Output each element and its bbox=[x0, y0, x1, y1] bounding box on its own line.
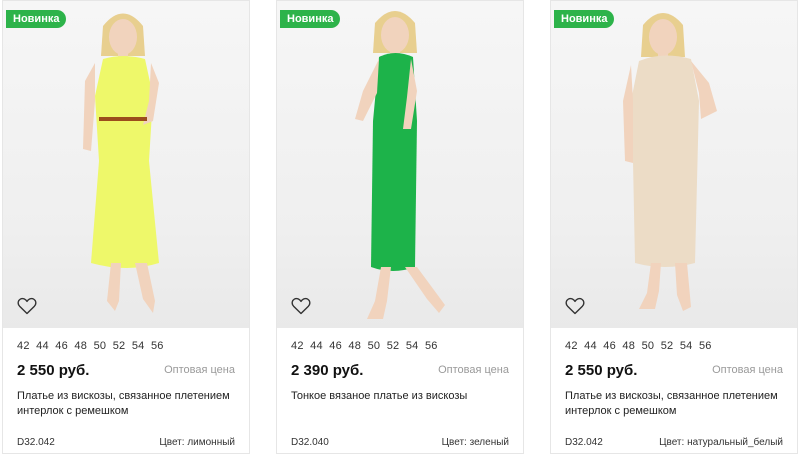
product-description[interactable]: Тонкое вязаное платье из вискозы bbox=[291, 389, 511, 404]
size-option[interactable]: 52 bbox=[113, 340, 126, 352]
size-option[interactable]: 48 bbox=[348, 340, 361, 352]
size-option[interactable]: 44 bbox=[584, 340, 597, 352]
product-color: Цвет: натуральный_белый bbox=[659, 437, 783, 448]
product-price: 2 390 руб. bbox=[291, 362, 364, 379]
wholesale-price-link[interactable]: Оптовая цена bbox=[164, 364, 235, 376]
model-image bbox=[355, 11, 445, 319]
product-color: Цвет: лимонный bbox=[159, 437, 235, 448]
product-description[interactable]: Платье из вискозы, связанное плетением и… bbox=[17, 389, 237, 419]
model-image bbox=[83, 13, 159, 313]
size-option[interactable]: 54 bbox=[680, 340, 693, 352]
size-option[interactable]: 42 bbox=[17, 340, 30, 352]
product-photo[interactable]: Новинка bbox=[3, 1, 249, 328]
size-option[interactable]: 42 bbox=[565, 340, 578, 352]
product-photo[interactable]: Новинка bbox=[277, 1, 523, 328]
heart-outline-icon bbox=[291, 297, 311, 315]
size-option[interactable]: 44 bbox=[36, 340, 49, 352]
product-description[interactable]: Платье из вискозы, связанное плетением и… bbox=[565, 389, 785, 419]
heart-outline-icon bbox=[565, 297, 585, 315]
size-option[interactable]: 50 bbox=[94, 340, 107, 352]
size-option[interactable]: 44 bbox=[310, 340, 323, 352]
size-option[interactable]: 52 bbox=[661, 340, 674, 352]
product-photo[interactable]: Новинка bbox=[551, 1, 797, 328]
favorite-button[interactable] bbox=[291, 297, 311, 315]
size-option[interactable]: 50 bbox=[368, 340, 381, 352]
size-list: 42 44 46 48 50 52 54 56 bbox=[565, 340, 718, 352]
product-sku: D32.042 bbox=[565, 437, 603, 448]
product-card[interactable]: Новинка 42 44 46 48 50 52 54 56 2 550 руб. bbox=[2, 0, 250, 454]
product-sku: D32.042 bbox=[17, 437, 55, 448]
new-badge: Новинка bbox=[280, 10, 341, 28]
size-option[interactable]: 50 bbox=[642, 340, 655, 352]
product-price: 2 550 руб. bbox=[17, 362, 90, 379]
size-option[interactable]: 46 bbox=[55, 340, 68, 352]
favorite-button[interactable] bbox=[17, 297, 37, 315]
model-image bbox=[623, 13, 717, 311]
product-sku: D32.040 bbox=[291, 437, 329, 448]
product-card[interactable]: Новинка 42 44 46 48 50 52 54 56 2 550 руб. Опто… bbox=[550, 0, 798, 454]
wholesale-price-link[interactable]: Оптовая цена bbox=[712, 364, 783, 376]
size-option[interactable]: 46 bbox=[329, 340, 342, 352]
size-option[interactable]: 56 bbox=[699, 340, 712, 352]
size-option[interactable]: 48 bbox=[622, 340, 635, 352]
heart-outline-icon bbox=[17, 297, 37, 315]
product-card[interactable]: Новинка 42 44 46 48 50 52 54 56 2 390 руб. Опто… bbox=[276, 0, 524, 454]
size-list: 42 44 46 48 50 52 54 56 bbox=[291, 340, 444, 352]
size-option[interactable]: 54 bbox=[406, 340, 419, 352]
wholesale-price-link[interactable]: Оптовая цена bbox=[438, 364, 509, 376]
size-option[interactable]: 56 bbox=[425, 340, 438, 352]
product-color: Цвет: зеленый bbox=[441, 437, 509, 448]
size-option[interactable]: 48 bbox=[74, 340, 87, 352]
new-badge: Новинка bbox=[6, 10, 67, 28]
product-price: 2 550 руб. bbox=[565, 362, 638, 379]
size-option[interactable]: 46 bbox=[603, 340, 616, 352]
new-badge: Новинка bbox=[554, 10, 615, 28]
size-option[interactable]: 54 bbox=[132, 340, 145, 352]
size-list: 42 44 46 48 50 52 54 56 bbox=[17, 340, 170, 352]
favorite-button[interactable] bbox=[565, 297, 585, 315]
size-option[interactable]: 56 bbox=[151, 340, 164, 352]
size-option[interactable]: 52 bbox=[387, 340, 400, 352]
product-grid: Новинка 42 44 46 48 50 52 54 56 2 550 руб. bbox=[0, 0, 800, 454]
size-option[interactable]: 42 bbox=[291, 340, 304, 352]
